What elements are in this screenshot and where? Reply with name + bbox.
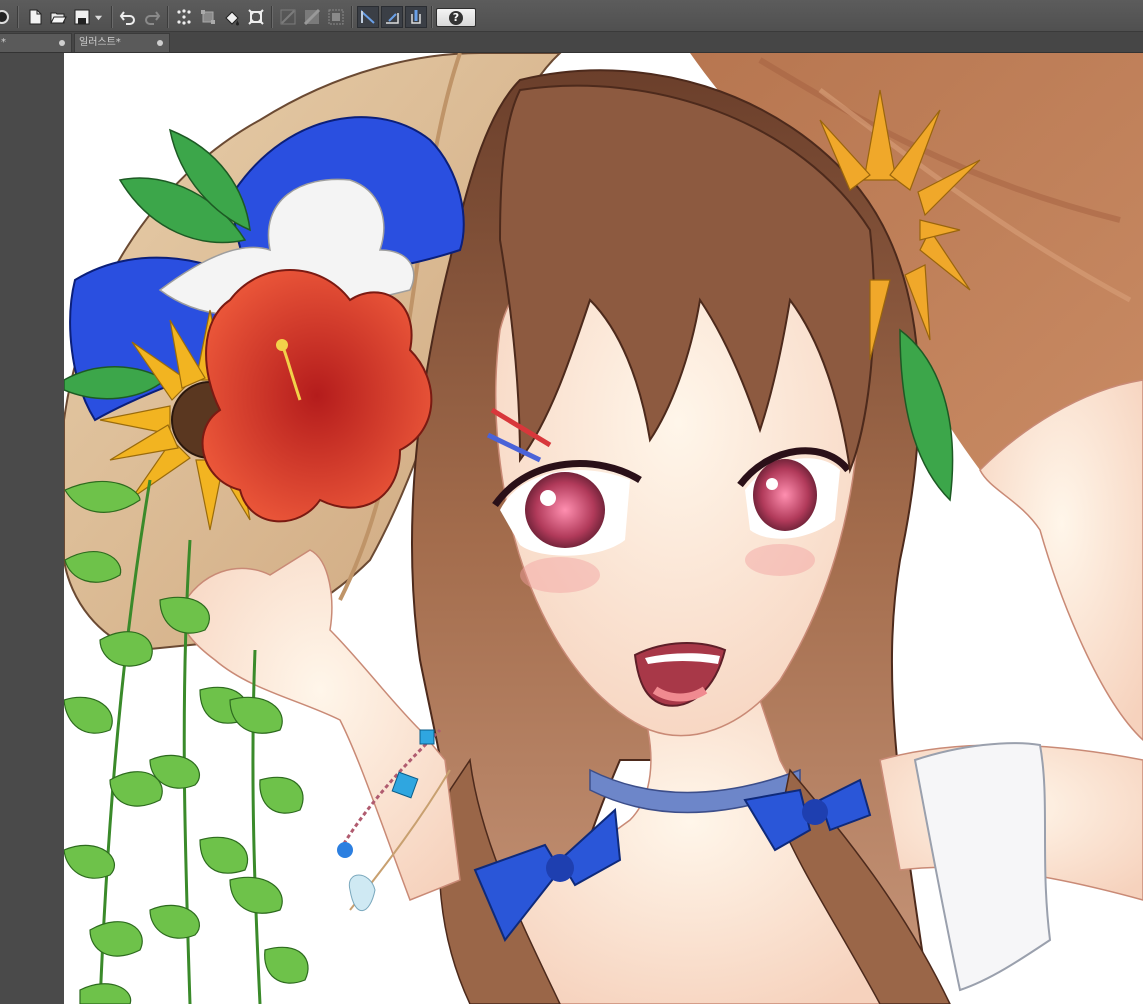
- transform-button[interactable]: [198, 7, 218, 27]
- toolbar-separator: [351, 6, 352, 28]
- illustration-artwork: [64, 53, 1143, 1004]
- perspective-ruler-toggle[interactable]: [357, 6, 379, 28]
- toolbar-separator: [431, 6, 432, 28]
- document-tab-2-label: 일러스트*: [79, 37, 121, 48]
- toolbar-separator: [271, 6, 272, 28]
- frame-button[interactable]: [326, 7, 346, 27]
- transform-icon: [201, 10, 215, 24]
- toolbar-separator: [111, 6, 112, 28]
- snap-ruler-toggle[interactable]: [381, 6, 403, 28]
- save-options-dropdown[interactable]: [92, 7, 104, 27]
- toolbar-separator: [17, 6, 18, 28]
- new-file-button[interactable]: [25, 7, 45, 27]
- ruler-icon: [280, 9, 296, 25]
- fill-icon: [225, 11, 239, 26]
- document-tab-2[interactable]: 일러스트*: [74, 33, 170, 52]
- save-button[interactable]: [72, 7, 92, 27]
- perspective-ruler-icon: [361, 9, 375, 24]
- save-icon: [74, 9, 90, 25]
- grid-icon: [303, 8, 321, 26]
- dropdown-arrow-icon: [94, 15, 102, 20]
- blush-left: [520, 557, 600, 593]
- open-file-icon: [50, 12, 67, 24]
- toolbar-separator: [167, 6, 168, 28]
- help-icon: ?: [449, 10, 463, 25]
- drawing-canvas[interactable]: [64, 53, 1143, 1004]
- selection-icon: [177, 9, 191, 25]
- frill-sleeve: [913, 742, 1052, 992]
- snap-pen-icon: [411, 10, 421, 24]
- cut-off-toolbar-button[interactable]: [0, 7, 12, 27]
- snap-ruler-icon: [386, 13, 399, 24]
- ruler-button[interactable]: [278, 7, 298, 27]
- crop-button[interactable]: [246, 7, 266, 27]
- grid-button[interactable]: [302, 7, 322, 27]
- undo-icon: [119, 11, 135, 25]
- new-file-icon: [29, 9, 42, 25]
- close-tab-icon[interactable]: [157, 40, 163, 46]
- blush-right: [745, 544, 815, 576]
- frame-icon: [328, 9, 344, 25]
- close-tab-icon[interactable]: [59, 40, 65, 46]
- open-file-button[interactable]: [48, 7, 68, 27]
- redo-icon: [145, 11, 161, 25]
- document-tab-1-label: *: [1, 37, 6, 48]
- snap-pen-toggle[interactable]: [405, 6, 427, 28]
- help-button[interactable]: ?: [436, 8, 476, 27]
- document-tab-1[interactable]: *: [0, 33, 72, 52]
- undo-button[interactable]: [118, 7, 138, 27]
- workspace-margin: [0, 53, 64, 1004]
- document-tab-bar: * 일러스트*: [0, 32, 1143, 53]
- fill-button[interactable]: [222, 7, 242, 27]
- crop-icon: [248, 9, 264, 25]
- redo-button[interactable]: [142, 7, 162, 27]
- selection-button[interactable]: [174, 7, 194, 27]
- main-toolbar: ?: [0, 0, 1143, 32]
